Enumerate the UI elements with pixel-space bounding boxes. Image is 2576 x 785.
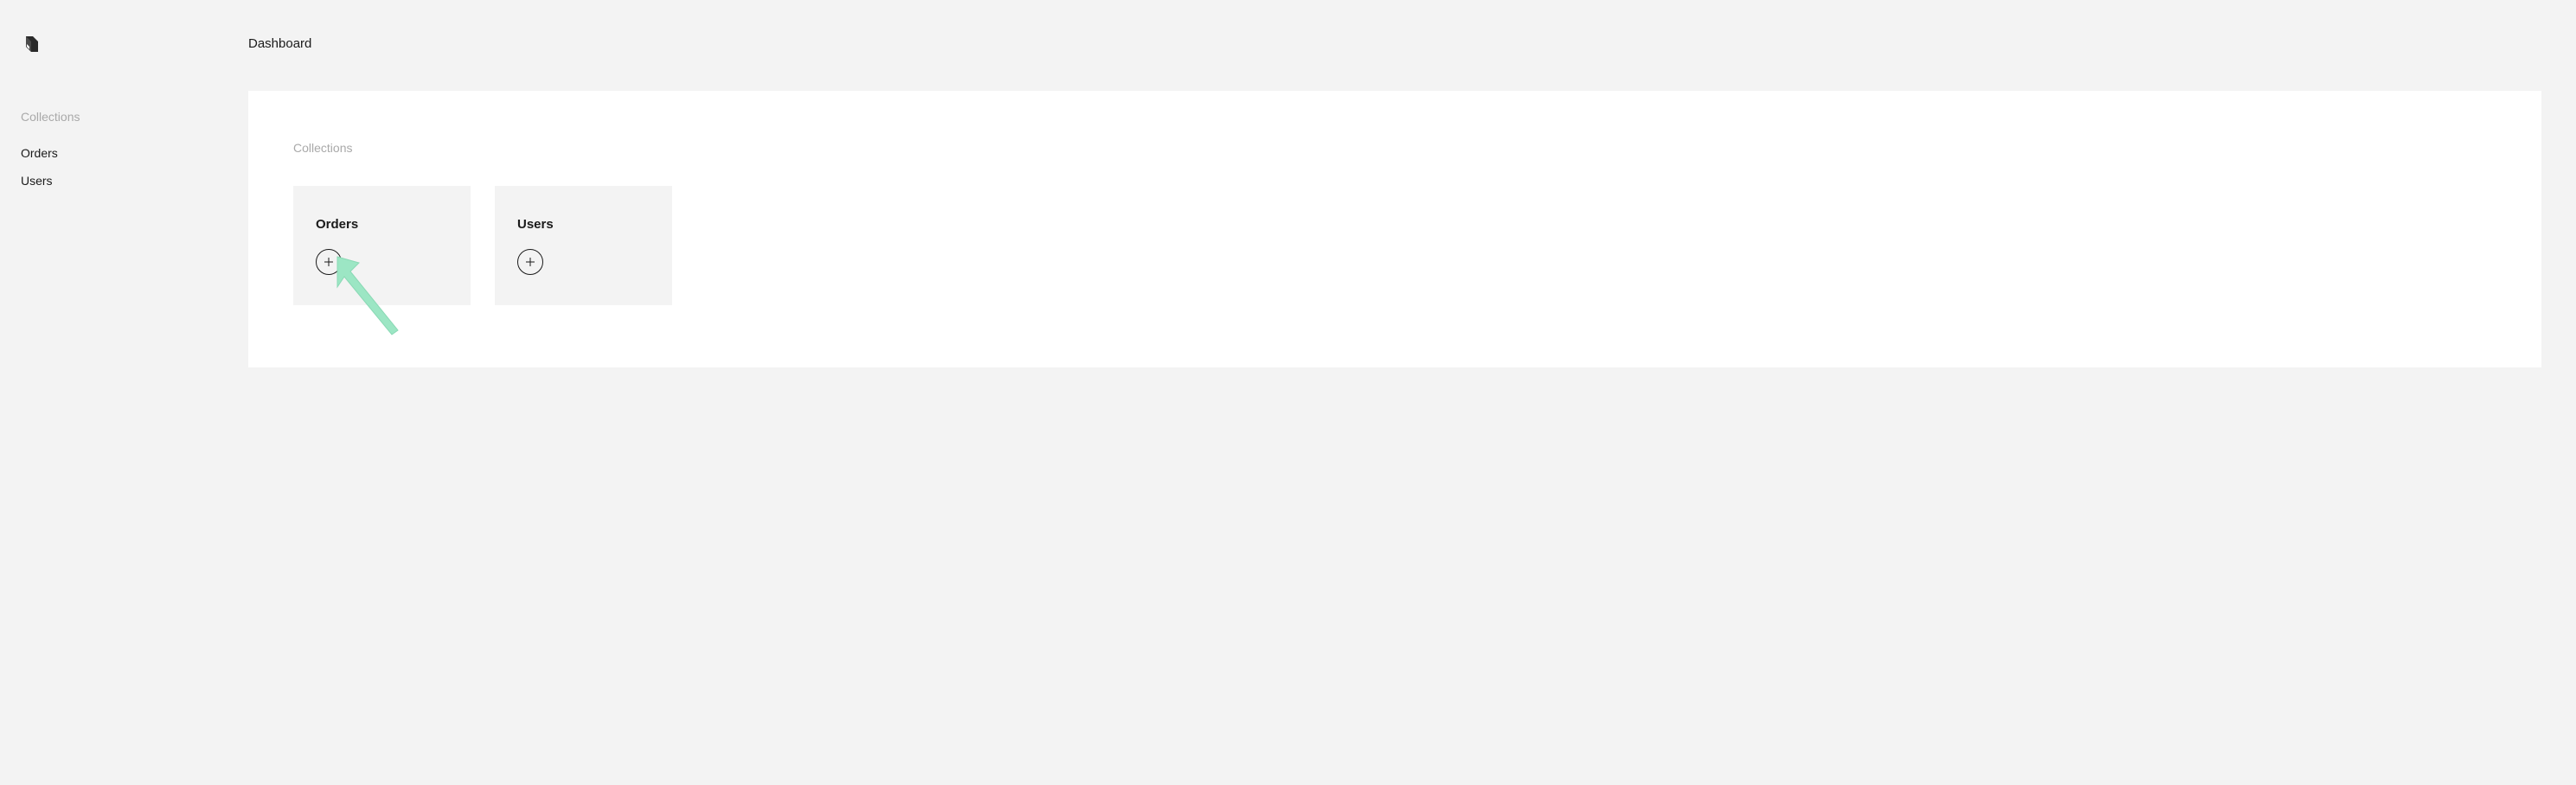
plus-icon bbox=[324, 258, 333, 266]
content-panel: Collections Orders Users bbox=[248, 91, 2541, 367]
collection-card-orders[interactable]: Orders bbox=[293, 186, 471, 305]
sidebar-item-label: Orders bbox=[21, 146, 58, 160]
logo-icon bbox=[21, 33, 43, 55]
add-button-users[interactable] bbox=[517, 249, 543, 275]
sidebar: Collections Orders Users bbox=[0, 0, 248, 402]
card-title: Users bbox=[517, 217, 650, 232]
sidebar-item-label: Users bbox=[21, 174, 53, 188]
main-content: Dashboard Collections Orders Users bbox=[248, 0, 2576, 402]
add-button-orders[interactable] bbox=[316, 249, 342, 275]
sidebar-item-orders[interactable]: Orders bbox=[21, 139, 227, 167]
cards-row: Orders Users bbox=[293, 186, 2496, 305]
page-title: Dashboard bbox=[248, 36, 2541, 51]
logo[interactable] bbox=[21, 33, 227, 60]
sidebar-item-users[interactable]: Users bbox=[21, 167, 227, 195]
sidebar-section-heading: Collections bbox=[21, 110, 227, 124]
panel-section-heading: Collections bbox=[293, 141, 2496, 155]
card-title: Orders bbox=[316, 217, 448, 232]
plus-icon bbox=[526, 258, 535, 266]
collection-card-users[interactable]: Users bbox=[495, 186, 672, 305]
